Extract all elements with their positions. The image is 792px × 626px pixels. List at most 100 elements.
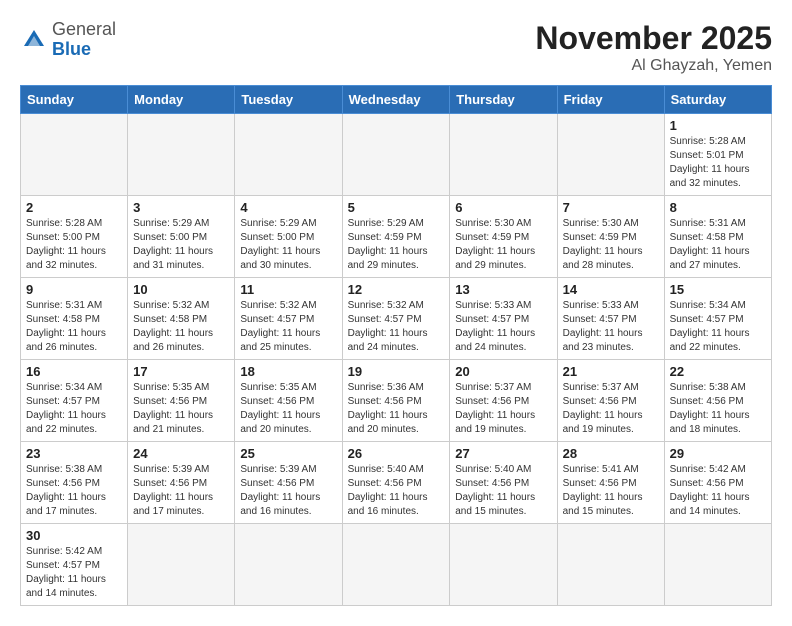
title-section: November 2025 Al Ghayzah, Yemen [535, 20, 772, 75]
day-number: 16 [26, 364, 122, 379]
cell-info: Sunrise: 5:40 AM Sunset: 4:56 PM Dayligh… [455, 463, 551, 519]
day-number: 8 [670, 200, 766, 215]
calendar-cell: 14Sunrise: 5:33 AM Sunset: 4:57 PM Dayli… [557, 278, 664, 360]
day-number: 12 [348, 282, 445, 297]
calendar-cell [342, 114, 450, 196]
calendar-cell [450, 114, 557, 196]
day-number: 24 [133, 446, 229, 461]
calendar-cell: 28 Sunrise: 5:41 AM Sunset: 4:56 PM Dayli… [557, 442, 664, 524]
calendar-cell: 29Sunrise: 5:42 AM Sunset: 4:56 PM Dayli… [664, 442, 771, 524]
logo: General Blue [20, 20, 116, 60]
calendar-cell: 5 Sunrise: 5:29 AM Sunset: 4:59 PM Daylig… [342, 196, 450, 278]
cell-info: Sunrise: 5:37 AM Sunset: 4:56 PM Dayligh… [563, 381, 659, 437]
weekday-header-cell: Tuesday [235, 86, 342, 114]
day-number: 14 [563, 282, 659, 297]
day-number: 25 [240, 446, 336, 461]
cell-info: Sunrise: 5:41 AM Sunset: 4:56 PM Dayligh… [563, 463, 659, 519]
calendar-week-row: 1 Sunrise: 5:28 AM Sunset: 5:01 PM Daylig… [21, 114, 772, 196]
calendar-cell: 1 Sunrise: 5:28 AM Sunset: 5:01 PM Daylig… [664, 114, 771, 196]
cell-info: Sunrise: 5:30 AM Sunset: 4:59 PM Dayligh… [455, 217, 551, 273]
calendar-cell [450, 524, 557, 606]
calendar-cell: 25 Sunrise: 5:39 AM Sunset: 4:56 PM Dayli… [235, 442, 342, 524]
cell-info: Sunrise: 5:33 AM Sunset: 4:57 PM Dayligh… [455, 299, 551, 355]
calendar-week-row: 9Sunrise: 5:31 AM Sunset: 4:58 PM Daylig… [21, 278, 772, 360]
calendar-cell [235, 114, 342, 196]
cell-info: Sunrise: 5:30 AM Sunset: 4:59 PM Dayligh… [563, 217, 659, 273]
weekday-header-cell: Wednesday [342, 86, 450, 114]
location-title: Al Ghayzah, Yemen [535, 57, 772, 75]
day-number: 5 [348, 200, 445, 215]
calendar-cell [557, 524, 664, 606]
calendar-cell: 4Sunrise: 5:29 AM Sunset: 5:00 PM Daylig… [235, 196, 342, 278]
logo-icon [20, 26, 48, 54]
calendar-cell [235, 524, 342, 606]
cell-info: Sunrise: 5:31 AM Sunset: 4:58 PM Dayligh… [670, 217, 766, 273]
cell-info: Sunrise: 5:34 AM Sunset: 4:57 PM Dayligh… [670, 299, 766, 355]
day-number: 15 [670, 282, 766, 297]
calendar-week-row: 16Sunrise: 5:34 AM Sunset: 4:57 PM Dayli… [21, 360, 772, 442]
calendar-cell: 15 Sunrise: 5:34 AM Sunset: 4:57 PM Dayli… [664, 278, 771, 360]
calendar-cell: 23 Sunrise: 5:38 AM Sunset: 4:56 PM Dayli… [21, 442, 128, 524]
day-number: 7 [563, 200, 659, 215]
calendar-cell: 11Sunrise: 5:32 AM Sunset: 4:57 PM Dayli… [235, 278, 342, 360]
weekday-header-cell: Thursday [450, 86, 557, 114]
weekday-header-cell: Monday [128, 86, 235, 114]
day-number: 2 [26, 200, 122, 215]
day-number: 26 [348, 446, 445, 461]
day-number: 19 [348, 364, 445, 379]
calendar-cell: 7 Sunrise: 5:30 AM Sunset: 4:59 PM Daylig… [557, 196, 664, 278]
day-number: 30 [26, 528, 122, 543]
calendar-cell [21, 114, 128, 196]
cell-info: Sunrise: 5:28 AM Sunset: 5:00 PM Dayligh… [26, 217, 122, 273]
month-title: November 2025 [535, 20, 772, 57]
calendar-cell [557, 114, 664, 196]
cell-info: Sunrise: 5:38 AM Sunset: 4:56 PM Dayligh… [26, 463, 122, 519]
calendar-table: SundayMondayTuesdayWednesdayThursdayFrid… [20, 85, 772, 606]
logo-general: General [52, 19, 116, 39]
calendar-cell: 2 Sunrise: 5:28 AM Sunset: 5:00 PM Daylig… [21, 196, 128, 278]
calendar-cell: 19 Sunrise: 5:36 AM Sunset: 4:56 PM Dayli… [342, 360, 450, 442]
day-number: 13 [455, 282, 551, 297]
calendar-week-row: 30 Sunrise: 5:42 AM Sunset: 4:57 PM Dayli… [21, 524, 772, 606]
cell-info: Sunrise: 5:35 AM Sunset: 4:56 PM Dayligh… [240, 381, 336, 437]
logo-blue: Blue [52, 39, 91, 59]
calendar-cell: 17Sunrise: 5:35 AM Sunset: 4:56 PM Dayli… [128, 360, 235, 442]
weekday-header-cell: Saturday [664, 86, 771, 114]
cell-info: Sunrise: 5:42 AM Sunset: 4:57 PM Dayligh… [26, 545, 122, 601]
cell-info: Sunrise: 5:28 AM Sunset: 5:01 PM Dayligh… [670, 135, 766, 191]
page-header: General Blue November 2025 Al Ghayzah, Y… [20, 20, 772, 75]
day-number: 28 [563, 446, 659, 461]
calendar-body: 1 Sunrise: 5:28 AM Sunset: 5:01 PM Daylig… [21, 114, 772, 606]
day-number: 18 [240, 364, 336, 379]
day-number: 29 [670, 446, 766, 461]
calendar-cell: 24 Sunrise: 5:39 AM Sunset: 4:56 PM Dayli… [128, 442, 235, 524]
calendar-cell: 3 Sunrise: 5:29 AM Sunset: 5:00 PM Daylig… [128, 196, 235, 278]
day-number: 3 [133, 200, 229, 215]
calendar-cell: 20Sunrise: 5:37 AM Sunset: 4:56 PM Dayli… [450, 360, 557, 442]
cell-info: Sunrise: 5:39 AM Sunset: 4:56 PM Dayligh… [133, 463, 229, 519]
calendar-cell: 26Sunrise: 5:40 AM Sunset: 4:56 PM Dayli… [342, 442, 450, 524]
calendar-cell: 6 Sunrise: 5:30 AM Sunset: 4:59 PM Daylig… [450, 196, 557, 278]
calendar-cell: 21 Sunrise: 5:37 AM Sunset: 4:56 PM Dayli… [557, 360, 664, 442]
calendar-cell [128, 524, 235, 606]
calendar-cell [342, 524, 450, 606]
day-number: 21 [563, 364, 659, 379]
cell-info: Sunrise: 5:29 AM Sunset: 5:00 PM Dayligh… [133, 217, 229, 273]
cell-info: Sunrise: 5:32 AM Sunset: 4:57 PM Dayligh… [348, 299, 445, 355]
day-number: 11 [240, 282, 336, 297]
day-number: 23 [26, 446, 122, 461]
logo-text: General Blue [52, 20, 116, 60]
cell-info: Sunrise: 5:39 AM Sunset: 4:56 PM Dayligh… [240, 463, 336, 519]
weekday-header-cell: Sunday [21, 86, 128, 114]
day-number: 6 [455, 200, 551, 215]
day-number: 9 [26, 282, 122, 297]
calendar-cell: 30 Sunrise: 5:42 AM Sunset: 4:57 PM Dayli… [21, 524, 128, 606]
calendar-cell: 12 Sunrise: 5:32 AM Sunset: 4:57 PM Dayli… [342, 278, 450, 360]
day-number: 20 [455, 364, 551, 379]
cell-info: Sunrise: 5:29 AM Sunset: 4:59 PM Dayligh… [348, 217, 445, 273]
day-number: 1 [670, 118, 766, 133]
calendar-week-row: 2 Sunrise: 5:28 AM Sunset: 5:00 PM Daylig… [21, 196, 772, 278]
calendar-cell [128, 114, 235, 196]
calendar-cell: 18 Sunrise: 5:35 AM Sunset: 4:56 PM Dayli… [235, 360, 342, 442]
cell-info: Sunrise: 5:36 AM Sunset: 4:56 PM Dayligh… [348, 381, 445, 437]
